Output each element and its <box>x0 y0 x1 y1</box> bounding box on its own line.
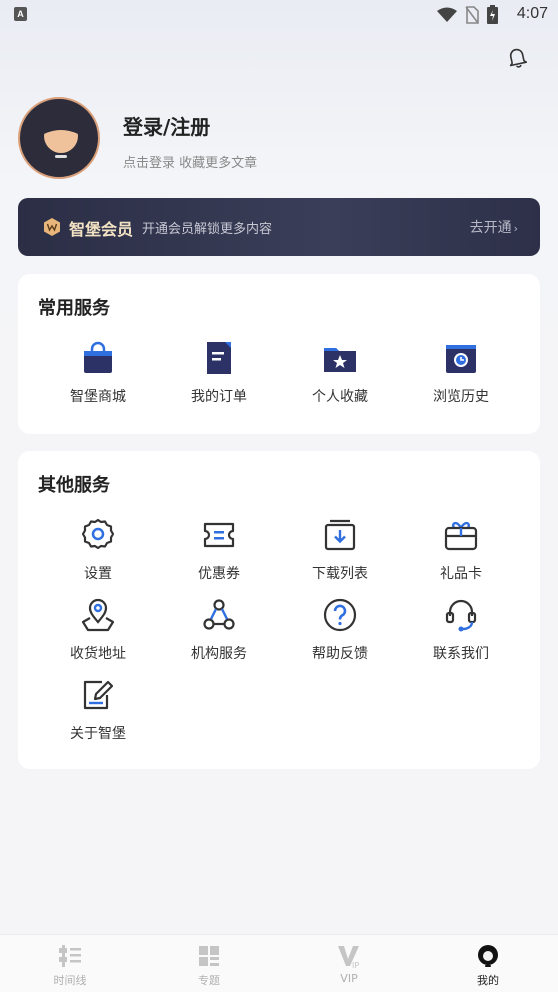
tab-label: 我的 <box>477 974 499 987</box>
tab-timeline[interactable]: 时间线 <box>25 943 115 988</box>
gift-card-icon <box>444 521 478 551</box>
service-orders[interactable]: 我的订单 <box>159 340 279 406</box>
bottom-tab-bar: 时间线 专题 IP VIP 我的 <box>0 934 558 992</box>
vip-title: 智堡会员 <box>69 220 134 239</box>
download-box-icon <box>324 519 356 551</box>
login-hint: 点击登录 收藏更多文章 <box>123 156 258 171</box>
vip-banner[interactable]: 智堡会员 开通会员解锁更多内容 去开通 › <box>18 198 540 256</box>
common-services-card: 常用服务 智堡商城 我的订单 个人收藏 浏览历史 <box>18 274 540 434</box>
login-register-title[interactable]: 登录/注册 <box>123 111 210 140</box>
service-label: 智堡商城 <box>70 389 126 405</box>
svg-text:IP: IP <box>352 961 359 969</box>
service-settings[interactable]: 设置 <box>38 517 158 583</box>
notification-bell-icon[interactable] <box>506 46 528 68</box>
organization-nodes-icon <box>203 599 235 630</box>
chevron-right-icon: › <box>513 222 518 235</box>
tab-label: 时间线 <box>53 974 87 987</box>
shopping-bag-icon <box>84 341 112 373</box>
status-bar: A 4:07 <box>0 0 558 30</box>
service-label: 优惠券 <box>198 566 240 582</box>
service-label: 我的订单 <box>191 389 247 405</box>
app-notification-icon: A <box>14 7 27 21</box>
service-label: 下载列表 <box>312 566 368 582</box>
edit-note-icon <box>83 680 114 710</box>
other-services-card: 其他服务 设置 优惠券 下载列表 礼品卡 收货地址 机构服务 帮助反馈 联系我们… <box>18 451 540 769</box>
profile-face-icon <box>478 945 498 967</box>
wifi-icon <box>437 7 457 22</box>
vip-description: 开通会员解锁更多内容 <box>142 222 273 237</box>
service-downloads[interactable]: 下载列表 <box>280 517 400 583</box>
coupon-icon <box>203 522 235 548</box>
open-vip-button[interactable]: 去开通 › <box>470 217 518 237</box>
service-label: 帮助反馈 <box>312 646 368 662</box>
battery-icon <box>487 5 498 24</box>
help-question-icon <box>323 598 357 632</box>
tab-topics[interactable]: 专题 <box>164 943 254 988</box>
other-services-title: 其他服务 <box>38 475 110 496</box>
open-vip-label: 去开通 <box>469 220 512 236</box>
timeline-icon <box>59 945 81 967</box>
service-history[interactable]: 浏览历史 <box>401 340 521 406</box>
vip-icon: IP <box>338 946 359 969</box>
service-gift-card[interactable]: 礼品卡 <box>401 517 521 583</box>
location-map-icon <box>81 598 115 632</box>
tab-label: 专题 <box>198 974 220 987</box>
order-document-icon <box>207 342 231 374</box>
history-clock-icon <box>446 345 476 373</box>
tab-label: VIP <box>340 972 358 985</box>
service-label: 收货地址 <box>70 646 126 662</box>
no-sim-icon <box>465 5 479 24</box>
service-favorites[interactable]: 个人收藏 <box>280 340 400 406</box>
service-mall[interactable]: 智堡商城 <box>38 340 158 406</box>
tab-vip[interactable]: IP VIP <box>304 943 394 985</box>
default-avatar-face-icon <box>44 117 78 158</box>
service-label: 礼品卡 <box>440 566 482 582</box>
service-organization[interactable]: 机构服务 <box>159 597 279 663</box>
service-label: 联系我们 <box>433 646 489 662</box>
vip-badge-icon <box>44 218 60 236</box>
topics-grid-icon <box>199 946 219 966</box>
service-label: 个人收藏 <box>312 389 368 405</box>
gear-icon <box>81 518 115 550</box>
service-help[interactable]: 帮助反馈 <box>280 597 400 663</box>
service-label: 浏览历史 <box>433 389 489 405</box>
service-label: 机构服务 <box>191 646 247 662</box>
status-icons <box>437 5 498 24</box>
service-label: 设置 <box>84 566 112 582</box>
service-label: 关于智堡 <box>70 726 126 742</box>
headset-icon <box>445 599 477 632</box>
service-address[interactable]: 收货地址 <box>38 597 158 663</box>
clock: 4:07 <box>516 5 548 22</box>
star-folder-icon <box>324 348 356 372</box>
profile-header[interactable]: 登录/注册 点击登录 收藏更多文章 <box>18 97 538 179</box>
service-about[interactable]: 关于智堡 <box>38 677 158 743</box>
service-contact[interactable]: 联系我们 <box>401 597 521 663</box>
tab-mine[interactable]: 我的 <box>443 943 533 988</box>
service-coupons[interactable]: 优惠券 <box>159 517 279 583</box>
common-services-title: 常用服务 <box>38 298 110 319</box>
avatar[interactable] <box>18 97 100 179</box>
